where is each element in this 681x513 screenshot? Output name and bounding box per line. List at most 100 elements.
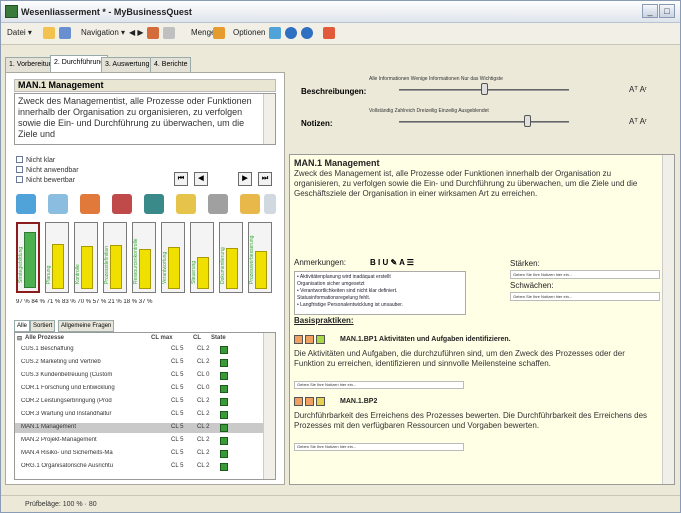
format-toolbar[interactable]: B I U ✎ A ☰ [370,258,414,267]
annotation-line: • Aktivitätenplanung wird inadäquat erst… [297,274,391,280]
report-icon[interactable] [323,27,335,39]
practice-notes-field[interactable]: Geben Sie Ihre Notizen hier ein... [294,443,464,451]
pencil-icon[interactable] [112,194,132,214]
magnifier-icon[interactable] [48,194,68,214]
process-row[interactable]: COR.1 Forschung und Entwicklung CL 5 CL 0 [15,384,263,394]
process-row[interactable]: MAN.1 Management CL 5 CL 2 [15,423,263,433]
question-icon[interactable] [208,194,228,214]
previous-button[interactable]: ◀ [194,172,208,186]
practice-id: MAN.1.BP1 Aktivitäten und Aufgaben ident… [340,336,511,343]
nav-arrows[interactable]: ◀ ▶ [129,28,144,37]
expand-icon[interactable]: ⊟ [17,335,22,342]
practice-notes-field[interactable]: Geben Sie Ihre Notizen hier ein... [294,381,464,389]
column-state[interactable]: State [211,335,226,341]
practice-id: MAN.1.BP2 [340,398,378,405]
checkbox-label: Nicht bewertbar [26,177,76,184]
process-cl-max: CL 5 [171,450,184,456]
process-list-header: ⊟ Alle Prozesse CL max CL State [15,333,263,344]
column-cl[interactable]: CL [193,335,201,341]
tab-auswertung[interactable]: 3. Auswertung [101,57,154,72]
list-tab-alle[interactable]: Alle [14,320,31,332]
process-row[interactable]: CUS.3 Kundenbetreuung (Custom CL 5 CL 0 [15,371,263,381]
checkmark-icon[interactable] [16,194,36,214]
rating-square[interactable] [305,335,314,344]
process-row[interactable]: ORG.1 Organisatorische Ausrichtu CL 5 CL 2 [15,462,263,472]
rating-bar[interactable]: Strategiebildung [16,222,40,293]
weaknesses-field[interactable]: Geben Sie Ihre Notizen hier ein... [510,292,660,301]
process-row[interactable]: MAN.4 Risiko- und Sicherheits-Ma CL 5 CL 2 [15,449,263,459]
detail-scrollbar[interactable] [662,155,674,484]
practice-text: Durchführbarkeit des Erreichens des Proz… [294,411,648,430]
maximize-button[interactable]: □ [659,4,675,18]
font-size-icon[interactable]: Aᵀ Aʳ [629,85,647,94]
help-icon[interactable] [285,27,297,39]
rating-square[interactable] [316,397,325,406]
warning-icon[interactable] [240,194,260,214]
tab-berichte[interactable]: 4. Berichte [150,57,192,72]
column-name[interactable]: Alle Prozesse [25,335,64,341]
rating-bar-label: Prozessverbesserung [249,235,255,284]
process-row[interactable]: CUS.1 Beschaffung CL 5 CL 2 [15,345,263,355]
process-row[interactable]: COR.3 Wartung und Instandhaltur CL 5 CL 2 [15,410,263,420]
process-row[interactable]: MAN.2 Projekt-Management CL 5 CL 2 [15,436,263,446]
rating-square[interactable] [294,397,303,406]
process-list-scrollbar[interactable] [263,333,275,479]
process-cl-max: CL 5 [171,346,184,352]
merge-icon[interactable] [213,27,225,39]
tool-icon[interactable] [269,27,281,39]
person-icon[interactable] [144,194,164,214]
process-name: COR.3 Wartung und Instandhaltur [21,411,112,417]
navigation-menu[interactable]: Navigation ▾ [81,28,125,37]
rating-bar[interactable]: Steuerung [190,222,214,293]
rating-square[interactable] [316,335,325,344]
annotation-line: Organisation sicher umgesetzt [297,281,365,287]
process-row[interactable]: COR.2 Leistungserbringung (Prod CL 5 CL 2 [15,397,263,407]
notes-slider: Notizen: Vollständig Zahlreich Dreizeili… [299,108,671,128]
folder-icon[interactable] [176,194,196,214]
info-icon[interactable] [301,27,313,39]
save-icon[interactable] [59,27,71,39]
rating-bar[interactable]: Ressourcenkontrolle [132,222,156,293]
options-icon[interactable] [163,27,175,39]
process-cl: CL 2 [197,450,210,456]
process-list: ⊟ Alle Prozesse CL max CL State CUS.1 Be… [14,332,276,480]
options-menu[interactable]: Optionen [233,28,265,37]
tab-durchfuehrung[interactable]: 2. Durchführung [50,55,109,72]
minimize-button[interactable]: _ [642,4,658,18]
rating-bar[interactable]: Prozessverbesserung [248,222,272,293]
book-icon[interactable] [80,194,100,214]
rating-square[interactable] [305,397,314,406]
annotations-field[interactable]: • Aktivitätenplanung wird inadäquat erst… [294,271,466,315]
font-size-icon[interactable]: Aᵀ Aʳ [629,117,647,126]
rating-bar[interactable]: Planung [45,222,69,293]
rating-bar[interactable]: Kontrolle [74,222,98,293]
checkbox-nicht-klar[interactable]: Nicht klar [16,156,55,164]
process-row[interactable]: CUS.2 Marketing und Vertrieb CL 5 CL 2 [15,358,263,368]
state-check-icon [220,463,228,471]
notes-track[interactable] [399,121,569,123]
file-menu[interactable]: Datei ▾ [7,28,32,37]
descriptions-thumb[interactable] [481,83,488,95]
merge-menu[interactable]: Menge [191,28,215,37]
state-check-icon [220,385,228,393]
next-button[interactable]: ▶ [238,172,252,186]
process-cl-max: CL 5 [171,424,184,430]
strengths-field[interactable]: Geben Sie Ihre Notizen hier ein... [510,270,660,279]
rating-square[interactable] [294,335,303,344]
list-tab-sortiert[interactable]: Sortiert [30,320,56,332]
last-button[interactable]: ⏭ [258,172,272,186]
process-cl: CL 2 [197,411,210,417]
notes-thumb[interactable] [523,115,531,127]
checkbox-nicht-bewertbar[interactable]: Nicht bewertbar [16,176,75,184]
flag-icon[interactable] [147,27,159,39]
first-button[interactable]: ⏮ [174,172,188,186]
list-tab-allgemeine-fragen[interactable]: Allgemeine Fragen [58,320,115,332]
rating-bar[interactable]: Prozessdefinition [103,222,127,293]
settings-icon[interactable] [264,194,276,214]
checkbox-nicht-anwendbar[interactable]: Nicht anwendbar [16,166,79,174]
new-icon[interactable] [43,27,55,39]
rating-bar[interactable]: Dokumentierung [219,222,243,293]
rating-bar[interactable]: Verantwortung [161,222,185,293]
description-scrollbar[interactable] [263,94,275,144]
column-cl-max[interactable]: CL max [151,335,173,341]
